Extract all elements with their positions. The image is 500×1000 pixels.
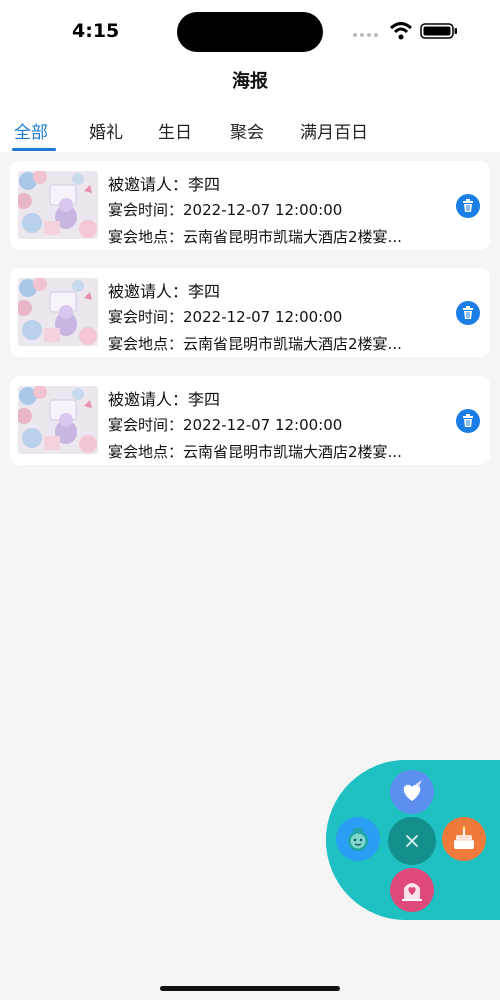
cake-icon: [454, 826, 474, 849]
page-title: 海报: [232, 71, 268, 92]
category-tabs: 全部 婚礼 生日 聚会 满月百日: [0, 102, 500, 152]
poster-thumbnail: [18, 278, 98, 346]
status-bar: 4:15: [0, 0, 500, 62]
status-time: 4:15: [72, 20, 120, 42]
poster-thumbnail: [18, 171, 98, 239]
dynamic-island: [177, 12, 323, 52]
fab-menu-wheel: [326, 760, 500, 920]
time-label: 宴会时间：: [108, 308, 184, 326]
poster-card[interactable]: 被邀请人：李四 宴会时间：2022-12-07 12:00:00 宴会地点：云南…: [10, 268, 490, 357]
wifi-icon: [390, 22, 412, 40]
delete-button[interactable]: [456, 301, 480, 325]
create-birthday-poster-button[interactable]: [442, 817, 486, 861]
invitee-name: 李四: [188, 282, 221, 301]
nav-header: 海报: [0, 62, 500, 102]
create-wedding-poster-button[interactable]: [390, 770, 434, 814]
invitee-name: 李四: [188, 390, 221, 409]
invitee-label: 被邀请人：: [108, 175, 189, 194]
tab-birthday[interactable]: 生日: [158, 118, 192, 143]
create-full-month-poster-button[interactable]: [336, 817, 380, 861]
active-tab-indicator: [12, 148, 56, 151]
trash-icon: [463, 306, 473, 319]
delete-button[interactable]: [456, 409, 480, 433]
banquet-place: 云南省昆明市凯瑞大酒店2楼宴...: [183, 335, 402, 353]
banquet-time: 2022-12-07 12:00:00: [183, 201, 343, 219]
time-label: 宴会时间：: [108, 201, 184, 219]
time-row: 宴会时间：2022-12-07 12:00:00: [108, 306, 342, 327]
poster-card[interactable]: 被邀请人：李四 宴会时间：2022-12-07 12:00:00 宴会地点：云南…: [10, 161, 490, 250]
banquet-time: 2022-12-07 12:00:00: [183, 308, 343, 326]
place-label: 宴会地点：: [108, 443, 184, 461]
trash-icon: [463, 414, 473, 427]
baby-face-icon: [348, 827, 368, 851]
tab-wedding[interactable]: 婚礼: [89, 118, 123, 143]
delete-button[interactable]: [456, 194, 480, 218]
home-indicator: [160, 986, 340, 991]
tab-party[interactable]: 聚会: [230, 118, 264, 143]
create-party-poster-button[interactable]: [390, 868, 434, 912]
time-row: 宴会时间：2022-12-07 12:00:00: [108, 199, 342, 220]
place-row: 宴会地点：云南省昆明市凯瑞大酒店2楼宴...: [108, 441, 402, 462]
place-label: 宴会地点：: [108, 228, 184, 246]
place-row: 宴会地点：云南省昆明市凯瑞大酒店2楼宴...: [108, 333, 402, 354]
tab-full-month[interactable]: 满月百日: [300, 118, 368, 143]
place-row: 宴会地点：云南省昆明市凯瑞大酒店2楼宴...: [108, 226, 402, 247]
close-menu-button[interactable]: [388, 817, 436, 865]
close-icon: [406, 835, 418, 847]
wedding-arch-icon: [402, 883, 422, 901]
invitee-row: 被邀请人：李四: [108, 171, 220, 195]
invitee-name: 李四: [188, 175, 221, 194]
place-label: 宴会地点：: [108, 335, 184, 353]
banquet-place: 云南省昆明市凯瑞大酒店2楼宴...: [183, 443, 402, 461]
tab-all[interactable]: 全部: [14, 118, 48, 143]
trash-icon: [463, 199, 473, 212]
heart-feather-icon: [403, 780, 422, 801]
banquet-time: 2022-12-07 12:00:00: [183, 416, 343, 434]
cellular-signal-icon: [353, 33, 378, 37]
invitee-label: 被邀请人：: [108, 390, 189, 409]
battery-icon: [420, 23, 457, 39]
banquet-place: 云南省昆明市凯瑞大酒店2楼宴...: [183, 228, 402, 246]
poster-card[interactable]: 被邀请人：李四 宴会时间：2022-12-07 12:00:00 宴会地点：云南…: [10, 376, 490, 465]
invitee-label: 被邀请人：: [108, 282, 189, 301]
invitee-row: 被邀请人：李四: [108, 386, 220, 410]
time-row: 宴会时间：2022-12-07 12:00:00: [108, 414, 342, 435]
time-label: 宴会时间：: [108, 416, 184, 434]
invitee-row: 被邀请人：李四: [108, 278, 220, 302]
poster-thumbnail: [18, 386, 98, 454]
